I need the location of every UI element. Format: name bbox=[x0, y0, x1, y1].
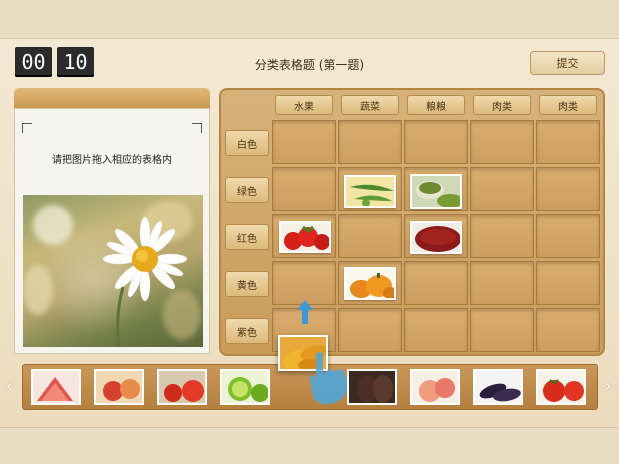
row-header-green: 绿色 bbox=[225, 177, 269, 203]
grid-cell[interactable] bbox=[338, 308, 402, 352]
mung-beans-image[interactable] bbox=[410, 174, 462, 209]
grid-cell[interactable] bbox=[404, 308, 468, 352]
grid-cell[interactable] bbox=[338, 120, 402, 164]
column-header-vegetable: 蔬菜 bbox=[341, 95, 399, 115]
grid-cell[interactable] bbox=[272, 167, 336, 211]
row-header-purple: 紫色 bbox=[225, 318, 269, 344]
limes-image[interactable] bbox=[220, 369, 270, 405]
chevron-right-icon[interactable]: › bbox=[605, 376, 611, 395]
column-header-meat: 肉类 bbox=[473, 95, 531, 115]
chevron-left-icon[interactable]: ‹ bbox=[6, 376, 12, 395]
corner-mark bbox=[192, 123, 202, 133]
okra-image[interactable] bbox=[344, 175, 396, 208]
grid-cell[interactable] bbox=[536, 261, 600, 305]
red-beans-image[interactable] bbox=[410, 221, 462, 254]
eggplants-image[interactable] bbox=[473, 369, 523, 405]
column-header-grain: 粮粮 bbox=[407, 95, 465, 115]
grid-cell[interactable] bbox=[470, 120, 534, 164]
column-header-fruit: 水果 bbox=[275, 95, 333, 115]
grid-cell[interactable] bbox=[470, 261, 534, 305]
corner-mark bbox=[22, 123, 32, 133]
grid-cell[interactable] bbox=[536, 214, 600, 258]
grid-cell[interactable] bbox=[470, 167, 534, 211]
column-header-meat-2: 肉类 bbox=[539, 95, 597, 115]
grapefruit-image[interactable] bbox=[31, 369, 81, 405]
grid-cell[interactable] bbox=[536, 167, 600, 211]
grid-cell[interactable] bbox=[536, 120, 600, 164]
instruction-text: 请把图片拖入相应的表格内 bbox=[52, 155, 172, 166]
daisy-photo bbox=[23, 195, 203, 347]
apples-image[interactable] bbox=[94, 369, 144, 405]
arrow-up-icon bbox=[297, 300, 313, 324]
grid-cell[interactable] bbox=[338, 214, 402, 258]
instruction-card: 请把图片拖入相应的表格内 bbox=[14, 108, 210, 354]
daisy-flower bbox=[102, 216, 188, 347]
grid-cell[interactable] bbox=[404, 120, 468, 164]
peaches-image[interactable] bbox=[410, 369, 460, 405]
strawberries-image[interactable] bbox=[279, 221, 331, 253]
grid-cell[interactable] bbox=[470, 308, 534, 352]
grid-cell[interactable] bbox=[272, 120, 336, 164]
grid-cell[interactable] bbox=[470, 214, 534, 258]
page-title: 分类表格题 (第一题) bbox=[254, 58, 365, 72]
row-header-white: 白色 bbox=[225, 130, 269, 156]
card-header-bar bbox=[14, 88, 210, 110]
tomato-onion-image[interactable] bbox=[157, 369, 207, 405]
row-header-red: 红色 bbox=[225, 224, 269, 250]
hand-pointer-icon bbox=[309, 352, 348, 404]
pumpkins-image[interactable] bbox=[344, 267, 396, 300]
submit-button[interactable]: 提交 bbox=[530, 51, 605, 75]
grid-cell[interactable] bbox=[404, 261, 468, 305]
eggplant-image[interactable] bbox=[347, 369, 397, 405]
grid-cell[interactable] bbox=[272, 261, 336, 305]
tomatoes-image[interactable] bbox=[536, 369, 586, 405]
row-header-yellow: 黄色 bbox=[225, 271, 269, 297]
grid-cell[interactable] bbox=[536, 308, 600, 352]
